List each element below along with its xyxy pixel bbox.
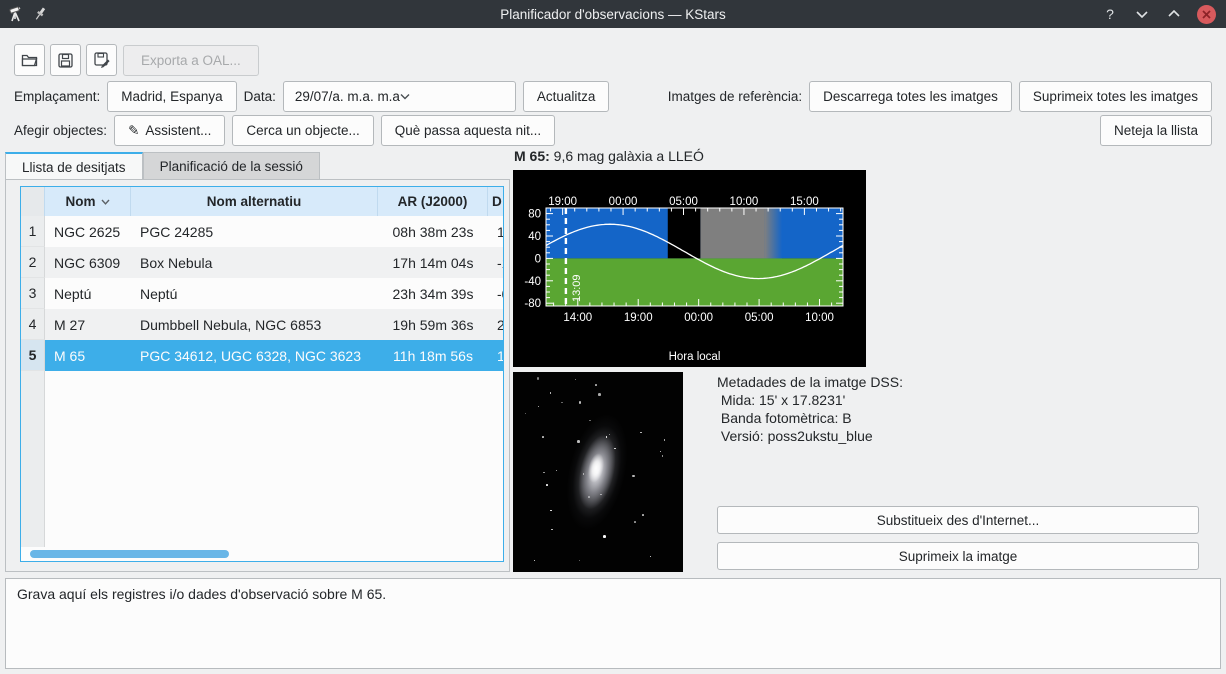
help-button[interactable]: ?: [1101, 5, 1119, 23]
sort-descending-icon: [101, 199, 110, 205]
column-header-ra[interactable]: AR (J2000): [378, 187, 488, 216]
svg-text:13:09: 13:09: [571, 274, 583, 302]
whats-up-tonight-button[interactable]: Què passa aquesta nit...: [381, 115, 555, 146]
metadata-size: Mida: 15' x 17.8231': [717, 391, 903, 409]
find-object-button[interactable]: Cerca un objecte...: [232, 115, 373, 146]
table-row[interactable]: 5M 65PGC 34612, UGC 6328, NGC 362311h 18…: [21, 340, 503, 371]
svg-text:05:00: 05:00: [745, 312, 774, 324]
table-row[interactable]: 4M 27Dumbbell Nebula, NGC 685319h 59m 36…: [21, 309, 503, 340]
clear-list-button[interactable]: Neteja la llista: [1100, 115, 1212, 146]
column-header-dec[interactable]: D: [488, 187, 503, 216]
table-empty-area: [21, 371, 503, 547]
svg-text:00:00: 00:00: [684, 312, 713, 324]
tabbar: Llista de desitjats Planificació de la s…: [5, 152, 320, 180]
export-oal-button[interactable]: Exporta a OAL...: [123, 45, 259, 76]
column-header-name[interactable]: Nom: [45, 187, 131, 216]
dss-metadata: Metadades de la imatge DSS: Mida: 15' x …: [717, 373, 903, 445]
reference-images-label: Imatges de referència:: [668, 89, 802, 104]
titlebar: Planificador d'observacions — KStars ?: [0, 0, 1226, 28]
svg-text:10:00: 10:00: [730, 196, 759, 208]
main-toolbar: Exporta a OAL...: [14, 44, 259, 76]
tab-session-plan[interactable]: Planificació de la sessió: [143, 152, 320, 180]
scrollbar-thumb[interactable]: [30, 550, 229, 558]
metadata-version: Versió: poss2ukstu_blue: [717, 427, 903, 445]
location-button[interactable]: Madrid, Espanya: [107, 81, 236, 112]
telescope-icon: [8, 6, 25, 23]
header-corner: [21, 187, 45, 216]
altitude-chart: 13:09 14:00 19:00 19:00 00:00 00:00 05:00 05:00…: [513, 170, 866, 367]
tab-wish-list[interactable]: Llista de desitjats: [5, 152, 143, 180]
date-label: Data:: [244, 89, 276, 104]
wizard-button-label: Assistent...: [145, 123, 211, 138]
svg-text:19:00: 19:00: [548, 196, 577, 208]
date-value: 29/07/a. m.a. m.a. m.a. m.: [295, 89, 401, 104]
save-list-button[interactable]: [50, 44, 81, 76]
maximize-button[interactable]: [1165, 5, 1183, 23]
replace-from-internet-button[interactable]: Substitueix des d'Internet...: [717, 506, 1199, 534]
window-title: Planificador d'observacions — KStars: [0, 7, 1226, 22]
save-icon: [58, 53, 73, 68]
svg-text:00:00: 00:00: [609, 196, 638, 208]
kstars-observation-planner-window: Planificador d'observacions — KStars ?: [0, 0, 1226, 674]
save-as-icon: [94, 52, 110, 68]
svg-text:14:00: 14:00: [563, 312, 592, 324]
open-list-button[interactable]: [14, 44, 45, 76]
location-label: Emplaçament:: [14, 89, 100, 104]
horizontal-scrollbar[interactable]: [21, 547, 503, 561]
svg-text:Hora local: Hora local: [669, 351, 721, 363]
object-title: M 65: 9,6 mag galàxia a LLEÓ: [514, 148, 704, 164]
minimize-button[interactable]: [1133, 5, 1151, 23]
column-header-alt-name[interactable]: Nom alternatiu: [131, 187, 378, 216]
delete-image-button[interactable]: Suprimeix la imatge: [717, 542, 1199, 570]
table-row[interactable]: 3NeptúNeptú23h 34m 39s-0: [21, 278, 503, 309]
wizard-button[interactable]: ✎ Assistent...: [114, 115, 225, 146]
add-objects-label: Afegir objectes:: [14, 123, 107, 138]
svg-text:-40: -40: [524, 276, 541, 288]
column-header-name-label: Nom: [66, 194, 96, 209]
object-name: M 65:: [514, 148, 550, 164]
object-description: 9,6 mag galàxia a LLEÓ: [550, 148, 704, 164]
update-button[interactable]: Actualitza: [523, 81, 610, 112]
svg-text:05:00: 05:00: [669, 196, 698, 208]
add-objects-row: Afegir objectes: ✎ Assistent... Cerca un…: [14, 115, 1212, 146]
close-button[interactable]: [1197, 5, 1216, 24]
download-all-images-button[interactable]: Descarrega totes les imatges: [809, 81, 1012, 112]
chevron-down-icon: [400, 93, 506, 100]
metadata-band: Banda fotomètrica: B: [717, 409, 903, 427]
svg-text:19:00: 19:00: [624, 312, 653, 324]
observation-notes-input[interactable]: Grava aquí els registres i/o dades d'obs…: [5, 578, 1221, 669]
svg-text:-80: -80: [524, 298, 541, 310]
table-header: Nom Nom alternatiu AR (J2000) D: [21, 187, 503, 216]
open-folder-icon: [21, 53, 38, 67]
dss-image: [513, 372, 683, 572]
location-date-row: Emplaçament: Madrid, Espanya Data: 29/07…: [14, 81, 1212, 112]
svg-text:15:00: 15:00: [790, 196, 819, 208]
table-body: 1NGC 2625PGC 2428508h 38m 23s12NGC 6309B…: [21, 216, 503, 371]
table-row[interactable]: 2NGC 6309Box Nebula17h 14m 04s-1: [21, 247, 503, 278]
object-table: Nom Nom alternatiu AR (J2000) D 1NGC 262…: [20, 186, 504, 562]
svg-text:10:00: 10:00: [805, 312, 834, 324]
metadata-title: Metadades de la imatge DSS:: [717, 373, 903, 391]
svg-text:40: 40: [528, 231, 541, 243]
table-row[interactable]: 1NGC 2625PGC 2428508h 38m 23s1: [21, 216, 503, 247]
pencil-icon: ✎: [128, 123, 139, 139]
date-combobox[interactable]: 29/07/a. m.a. m.a. m.a. m.: [283, 81, 516, 112]
svg-text:0: 0: [535, 253, 541, 265]
svg-text:80: 80: [528, 209, 541, 221]
pin-icon: [33, 6, 47, 22]
delete-all-images-button[interactable]: Suprimeix totes les imatges: [1019, 81, 1212, 112]
save-list-as-button[interactable]: [86, 44, 117, 76]
